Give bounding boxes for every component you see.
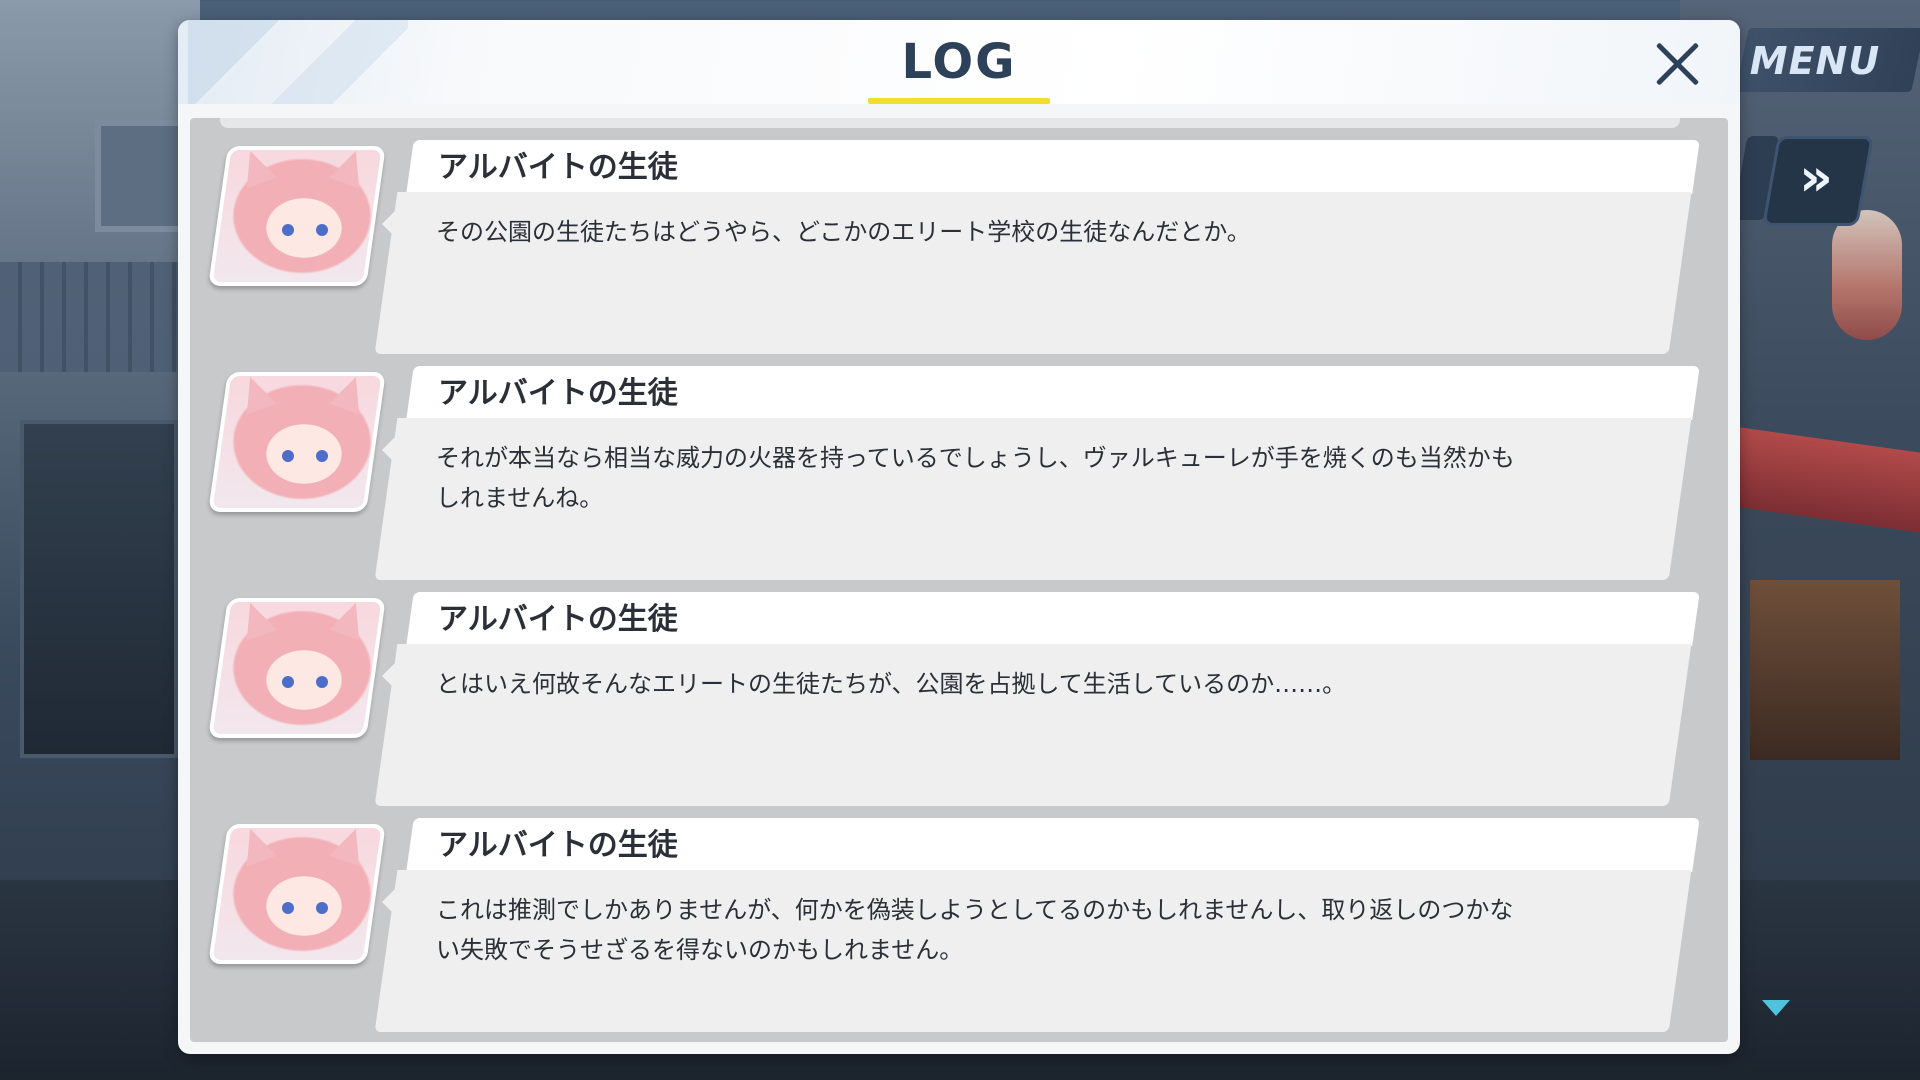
message-text: これは推測でしかありませんが、何かを偽装しようとしてるのかもしれませんし、取り返… bbox=[436, 896, 1514, 964]
speaker-avatar bbox=[208, 824, 386, 964]
speaker-name: アルバイトの生徒 bbox=[438, 376, 678, 411]
chevron-down-icon[interactable] bbox=[1762, 1000, 1790, 1016]
log-entry: アルバイトの生徒 とはいえ何故そんなエリートの生徒たちが、公園を占拠して生活して… bbox=[190, 592, 1728, 810]
bubble-tail bbox=[382, 436, 396, 464]
menu-label[interactable]: MENU bbox=[1745, 36, 1885, 86]
speaker-avatar bbox=[208, 598, 386, 738]
eye-left bbox=[282, 902, 294, 914]
avatar-portrait bbox=[212, 372, 382, 512]
speaker-name: アルバイトの生徒 bbox=[438, 602, 678, 637]
fast-forward-icon[interactable]: » bbox=[1783, 148, 1849, 208]
cat-ear-right bbox=[329, 146, 371, 189]
avatar-portrait bbox=[212, 824, 382, 964]
eye-right bbox=[316, 676, 328, 688]
cat-ear-left bbox=[235, 146, 277, 189]
background-window bbox=[95, 120, 187, 232]
title-underline bbox=[868, 98, 1050, 104]
bubble-tail bbox=[382, 210, 396, 238]
message-text: とはいえ何故そんなエリートの生徒たちが、公園を占拠して生活しているのか……。 bbox=[436, 670, 1347, 698]
cat-ear-left bbox=[235, 372, 277, 415]
eye-left bbox=[282, 676, 294, 688]
close-icon[interactable] bbox=[1648, 34, 1708, 94]
previous-entry-edge bbox=[220, 118, 1680, 128]
speaker-avatar bbox=[208, 146, 386, 286]
avatar-portrait bbox=[212, 146, 382, 286]
log-entry: アルバイトの生徒 その公園の生徒たちはどうやら、どこかのエリート学校の生徒なんだ… bbox=[190, 140, 1728, 358]
eye-right bbox=[316, 902, 328, 914]
log-entry: アルバイトの生徒 それが本当なら相当な威力の火器を持っているでしょうし、ヴァルキ… bbox=[190, 366, 1728, 584]
speaker-name: アルバイトの生徒 bbox=[438, 150, 678, 185]
speaker-name: アルバイトの生徒 bbox=[438, 828, 678, 863]
message-text: その公園の生徒たちはどうやら、どこかのエリート学校の生徒なんだとか。 bbox=[436, 218, 1251, 246]
message-text: それが本当なら相当な威力の火器を持っているでしょうし、ヴァルキューレが手を焼くの… bbox=[436, 444, 1515, 512]
background-door bbox=[20, 420, 178, 758]
eye-left bbox=[282, 450, 294, 462]
bubble-tail bbox=[382, 662, 396, 690]
cat-ear-left bbox=[235, 824, 277, 867]
log-header: LOG bbox=[178, 20, 1740, 104]
log-panel: LOG アルバイトの生徒 その公園の生徒たちはどうやら、どこかのエリート学校の生… bbox=[178, 20, 1740, 1054]
log-list[interactable]: アルバイトの生徒 その公園の生徒たちはどうやら、どこかのエリート学校の生徒なんだ… bbox=[190, 118, 1728, 1042]
bubble-tail bbox=[382, 888, 396, 916]
eye-right bbox=[316, 224, 328, 236]
cat-ear-right bbox=[329, 598, 371, 641]
cat-ear-left bbox=[235, 598, 277, 641]
background-roof bbox=[0, 262, 190, 372]
eye-left bbox=[282, 224, 294, 236]
background-shelf bbox=[1750, 580, 1900, 760]
log-title: LOG bbox=[901, 34, 1017, 90]
header-decoration bbox=[188, 20, 408, 104]
avatar-portrait bbox=[212, 598, 382, 738]
cat-ear-right bbox=[329, 824, 371, 867]
eye-right bbox=[316, 450, 328, 462]
background-lantern bbox=[1832, 210, 1902, 340]
log-entry: アルバイトの生徒 これは推測でしかありませんが、何かを偽装しようとしてるのかもし… bbox=[190, 818, 1728, 1036]
cat-ear-right bbox=[329, 372, 371, 415]
speaker-avatar bbox=[208, 372, 386, 512]
